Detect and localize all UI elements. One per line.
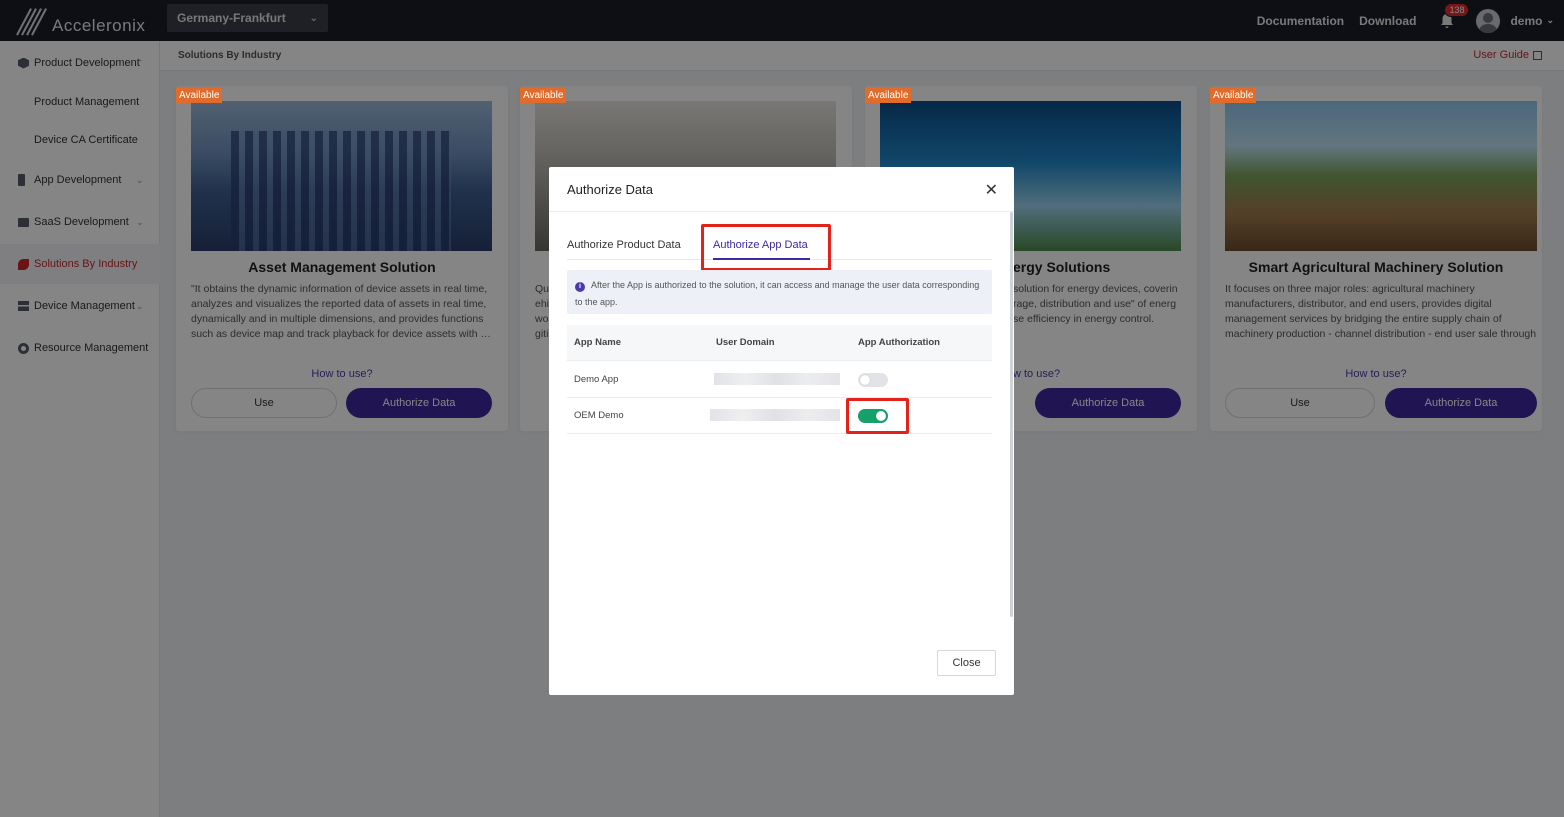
status-badge: Available: [865, 88, 912, 103]
dialog-scrollbar[interactable]: [1010, 212, 1013, 617]
status-badge: Available: [520, 88, 567, 103]
close-button[interactable]: Close: [937, 650, 996, 676]
user-domain-blurred: [714, 373, 840, 385]
authorization-toggle[interactable]: [858, 373, 888, 387]
table-row: Demo App: [567, 362, 992, 398]
table-header: App Name User Domain App Authorization: [567, 325, 992, 361]
close-icon[interactable]: ✕: [985, 180, 998, 200]
app-name: Demo App: [574, 374, 619, 385]
info-icon: i: [575, 282, 585, 292]
dialog-title: Authorize Data: [567, 182, 653, 197]
table-row: OEM Demo: [567, 398, 992, 434]
authorize-data-dialog: Authorize Data ✕ Authorize Product Data …: [549, 167, 1014, 695]
app-name: OEM Demo: [574, 410, 624, 421]
user-domain-blurred: [710, 409, 840, 421]
column-header-app-authorization: App Authorization: [858, 337, 940, 348]
dialog-divider: [549, 211, 1014, 212]
info-notice: i After the App is authorized to the solu…: [567, 270, 992, 314]
highlight-box-tab: [701, 224, 831, 271]
tab-authorize-product-data[interactable]: Authorize Product Data: [567, 239, 681, 251]
column-header-user-domain: User Domain: [716, 337, 775, 348]
column-header-app-name: App Name: [574, 337, 621, 348]
notice-text: After the App is authorized to the solut…: [575, 280, 980, 307]
status-badge: Available: [1210, 88, 1257, 103]
status-badge: Available: [176, 88, 223, 103]
highlight-box-toggle: [846, 398, 909, 434]
